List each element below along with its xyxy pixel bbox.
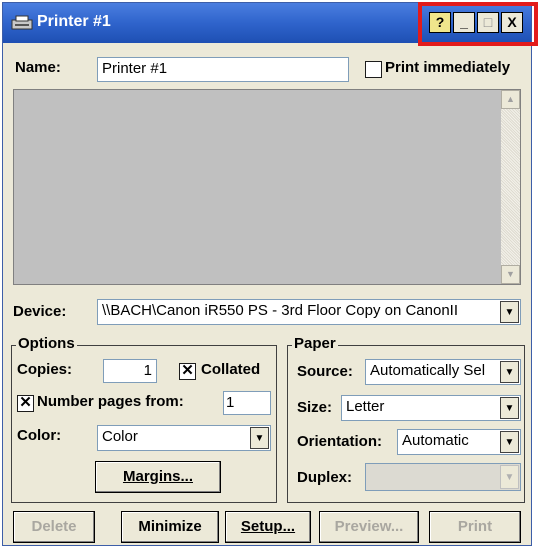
size-value: Letter: [346, 398, 385, 415]
duplex-select[interactable]: ▼: [365, 463, 521, 491]
setup-button[interactable]: Setup...: [225, 511, 311, 543]
print-preview-area: ▲ ▼: [13, 89, 521, 285]
minimize-dialog-button[interactable]: Minimize: [121, 511, 219, 543]
scroll-down-icon[interactable]: ▼: [501, 265, 520, 284]
number-pages-checkbox[interactable]: ✕: [17, 395, 34, 412]
paper-title: Paper: [292, 335, 338, 352]
delete-label: Delete: [31, 518, 77, 535]
device-value: \\BACH\Canon iR550 PS - 3rd Floor Copy o…: [102, 302, 459, 319]
printer-icon: [11, 15, 33, 30]
options-title: Options: [16, 335, 77, 352]
chevron-down-icon[interactable]: ▼: [500, 301, 519, 323]
color-value: Color: [102, 428, 138, 445]
copies-label: Copies:: [17, 361, 73, 378]
preview-scrollbar[interactable]: ▲ ▼: [501, 90, 520, 284]
margins-label: Margins...: [122, 468, 193, 485]
source-label: Source:: [297, 363, 353, 380]
device-select[interactable]: \\BACH\Canon iR550 PS - 3rd Floor Copy o…: [97, 299, 521, 325]
preview-button[interactable]: Preview...: [319, 511, 419, 543]
source-value: Automatically Sel: [370, 362, 486, 379]
window-title: Printer #1: [37, 13, 111, 30]
chevron-down-icon[interactable]: ▼: [500, 361, 519, 383]
color-select[interactable]: Color ▼: [97, 425, 271, 451]
collated-checkbox[interactable]: ✕: [179, 363, 196, 380]
preview-label: Preview...: [334, 518, 404, 535]
name-field[interactable]: Printer #1: [97, 57, 349, 82]
number-pages-field[interactable]: 1: [223, 391, 271, 415]
source-select[interactable]: Automatically Sel ▼: [365, 359, 521, 385]
color-label: Color:: [17, 427, 62, 444]
setup-label: Setup...: [240, 518, 296, 535]
print-button[interactable]: Print: [429, 511, 521, 543]
name-label: Name:: [15, 59, 61, 76]
size-select[interactable]: Letter ▼: [341, 395, 521, 421]
printer-dialog: Printer #1 ? _ □ X Name: Printer #1 Prin…: [2, 2, 532, 546]
orientation-label: Orientation:: [297, 433, 382, 450]
scroll-up-icon[interactable]: ▲: [501, 90, 520, 109]
number-pages-label: Number pages from:: [37, 393, 184, 410]
device-label: Device:: [13, 303, 67, 320]
chevron-down-icon[interactable]: ▼: [500, 431, 519, 453]
copies-field[interactable]: 1: [103, 359, 157, 383]
margins-button[interactable]: Margins...: [95, 461, 221, 493]
chevron-down-icon[interactable]: ▼: [250, 427, 269, 449]
orientation-value: Automatic: [402, 432, 469, 449]
size-label: Size:: [297, 399, 333, 416]
duplex-label: Duplex:: [297, 469, 353, 486]
minimize-label: Minimize: [138, 518, 202, 535]
highlight-box: [418, 2, 538, 46]
print-immediately-checkbox[interactable]: [365, 61, 382, 78]
collated-label: Collated: [201, 361, 261, 378]
chevron-down-icon[interactable]: ▼: [500, 397, 519, 419]
delete-button[interactable]: Delete: [13, 511, 95, 543]
print-immediately-label: Print immediately: [385, 59, 511, 76]
print-label: Print: [457, 518, 493, 535]
orientation-select[interactable]: Automatic ▼: [397, 429, 521, 455]
chevron-down-icon[interactable]: ▼: [500, 465, 519, 489]
